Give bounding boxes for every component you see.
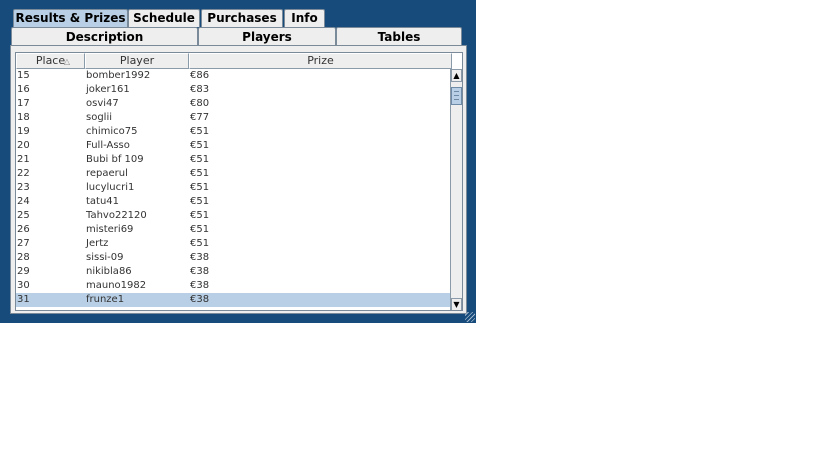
place-cell: 20 bbox=[17, 140, 30, 151]
table-row[interactable]: 21 Bubi bf 109 €51 bbox=[16, 153, 452, 167]
table-row[interactable]: 29 nikibla86 €38 bbox=[16, 265, 452, 279]
place-cell: 28 bbox=[17, 252, 30, 263]
table-row[interactable]: 28 sissi-09 €38 bbox=[16, 251, 452, 265]
prize-cell: €51 bbox=[190, 210, 210, 221]
prize-cell: €51 bbox=[190, 238, 210, 249]
tab-tables[interactable]: Tables bbox=[336, 27, 462, 46]
player-cell: misteri69 bbox=[86, 224, 134, 235]
player-cell: soglii bbox=[86, 112, 113, 123]
player-cell: lucylucri1 bbox=[86, 182, 135, 193]
prize-cell: €51 bbox=[190, 126, 210, 137]
table-row[interactable]: 27 Jertz €51 bbox=[16, 237, 452, 251]
table-row[interactable]: 24 tatu41 €51 bbox=[16, 195, 452, 209]
player-cell: Full-Asso bbox=[86, 140, 130, 151]
results-table: Place △ Player Prize 15 bomber1992 €86 16 jo… bbox=[15, 52, 463, 311]
resize-grip-icon[interactable] bbox=[465, 312, 475, 322]
window-content: Results & Prizes Schedule Purchases Info… bbox=[4, 0, 472, 319]
table-row[interactable]: 25 Tahvo22120 €51 bbox=[16, 209, 452, 223]
table-row[interactable]: 30 mauno1982 €38 bbox=[16, 279, 452, 293]
player-cell: mauno1982 bbox=[86, 280, 147, 291]
player-cell: osvi47 bbox=[86, 98, 119, 109]
tab-results-prizes[interactable]: Results & Prizes bbox=[13, 9, 128, 27]
prize-cell: €86 bbox=[190, 70, 210, 81]
table-row[interactable]: 15 bomber1992 €86 bbox=[16, 69, 452, 83]
player-cell: frunze1 bbox=[86, 294, 125, 305]
table-row[interactable]: 19 chimico75 €51 bbox=[16, 125, 452, 139]
scroll-up-icon[interactable]: ▲ bbox=[451, 69, 462, 82]
player-cell: chimico75 bbox=[86, 126, 138, 137]
place-cell: 23 bbox=[17, 182, 30, 193]
player-cell: tatu41 bbox=[86, 196, 120, 207]
column-header-place-label: Place bbox=[35, 54, 66, 67]
prize-cell: €51 bbox=[190, 154, 210, 165]
place-cell: 30 bbox=[17, 280, 30, 291]
prize-cell: €51 bbox=[190, 196, 210, 207]
table-row[interactable]: 16 joker161 €83 bbox=[16, 83, 452, 97]
player-cell: repaerul bbox=[86, 168, 128, 179]
column-header-place[interactable]: Place △ bbox=[16, 53, 85, 69]
table-row[interactable]: 23 lucylucri1 €51 bbox=[16, 181, 452, 195]
prize-cell: €51 bbox=[190, 182, 210, 193]
place-cell: 24 bbox=[17, 196, 30, 207]
table-header: Place △ Player Prize bbox=[16, 53, 452, 69]
place-cell: 19 bbox=[17, 126, 30, 137]
place-cell: 18 bbox=[17, 112, 30, 123]
scrollbar-thumb[interactable] bbox=[451, 87, 462, 105]
place-cell: 29 bbox=[17, 266, 30, 277]
player-cell: Tahvo22120 bbox=[86, 210, 147, 221]
player-cell: sissi-09 bbox=[86, 252, 124, 263]
place-cell: 31 bbox=[17, 294, 30, 305]
prize-cell: €38 bbox=[190, 294, 210, 305]
place-cell: 26 bbox=[17, 224, 30, 235]
prize-cell: €38 bbox=[190, 280, 210, 291]
table-row[interactable]: 31 frunze1 €38 bbox=[16, 293, 452, 307]
player-cell: bomber1992 bbox=[86, 70, 151, 81]
prize-cell: €51 bbox=[190, 140, 210, 151]
table-body: 15 bomber1992 €86 16 joker161 €83 17 osvi47 €80 1… bbox=[16, 69, 452, 310]
player-cell: nikibla86 bbox=[86, 266, 132, 277]
place-cell: 15 bbox=[17, 70, 30, 81]
table-row[interactable]: 22 repaerul €51 bbox=[16, 167, 452, 181]
vertical-scrollbar[interactable]: ▲ ▼ bbox=[450, 69, 462, 310]
prize-cell: €80 bbox=[190, 98, 210, 109]
tab-purchases[interactable]: Purchases bbox=[201, 9, 283, 27]
prize-cell: €83 bbox=[190, 84, 210, 95]
tournament-lobby-window: Results & Prizes Schedule Purchases Info… bbox=[0, 0, 476, 323]
prize-cell: €51 bbox=[190, 224, 210, 235]
player-cell: Bubi bf 109 bbox=[86, 154, 144, 165]
place-cell: 22 bbox=[17, 168, 30, 179]
column-header-player[interactable]: Player bbox=[85, 53, 189, 69]
place-cell: 27 bbox=[17, 238, 30, 249]
tab-players[interactable]: Players bbox=[198, 27, 336, 46]
column-header-prize[interactable]: Prize bbox=[189, 53, 452, 69]
place-cell: 25 bbox=[17, 210, 30, 221]
player-cell: joker161 bbox=[86, 84, 130, 95]
prize-cell: €38 bbox=[190, 266, 210, 277]
tab-info[interactable]: Info bbox=[284, 9, 325, 27]
tab-description[interactable]: Description bbox=[11, 27, 198, 46]
sort-ascending-icon: △ bbox=[63, 57, 70, 66]
player-cell: Jertz bbox=[86, 238, 109, 249]
table-row[interactable]: 18 soglii €77 bbox=[16, 111, 452, 125]
place-cell: 21 bbox=[17, 154, 30, 165]
place-cell: 16 bbox=[17, 84, 30, 95]
results-panel: Place △ Player Prize 15 bomber1992 €86 16 jo… bbox=[10, 45, 467, 314]
table-row[interactable]: 20 Full-Asso €51 bbox=[16, 139, 452, 153]
prize-cell: €51 bbox=[190, 168, 210, 179]
place-cell: 17 bbox=[17, 98, 30, 109]
prize-cell: €38 bbox=[190, 252, 210, 263]
tab-schedule[interactable]: Schedule bbox=[128, 9, 200, 27]
table-row[interactable]: 17 osvi47 €80 bbox=[16, 97, 452, 111]
scroll-down-icon[interactable]: ▼ bbox=[451, 298, 462, 310]
table-row[interactable]: 26 misteri69 €51 bbox=[16, 223, 452, 237]
prize-cell: €77 bbox=[190, 112, 210, 123]
